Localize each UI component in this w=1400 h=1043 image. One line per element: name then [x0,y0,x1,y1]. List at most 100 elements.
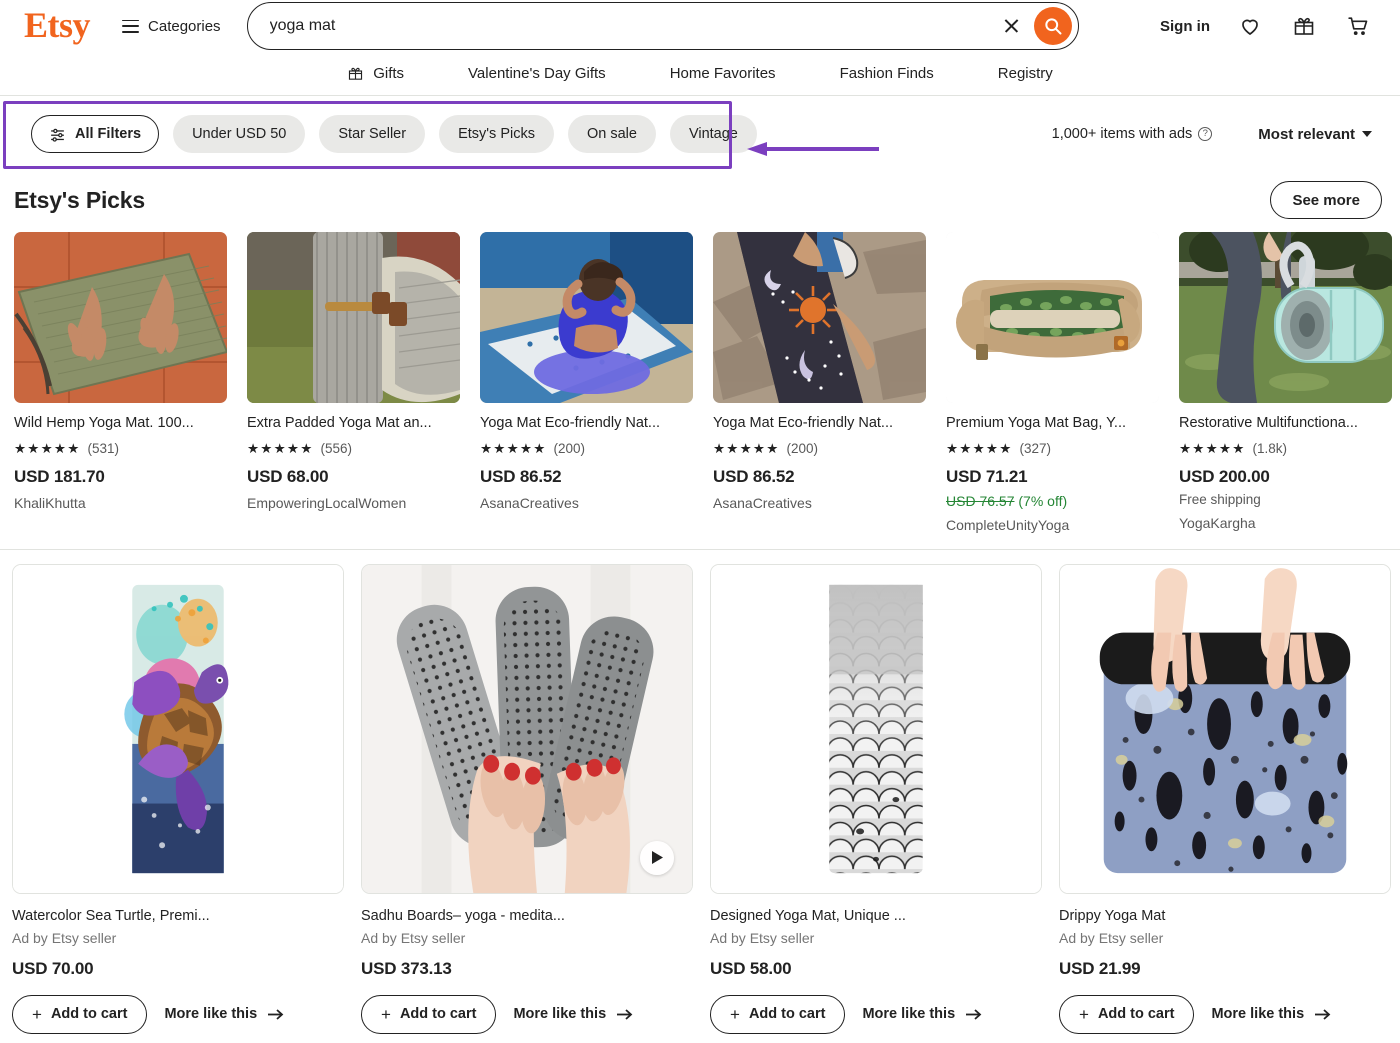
product-image[interactable] [1059,563,1391,894]
nav-item-registry[interactable]: Registry [966,65,1085,82]
filter-chip-etsys-picks[interactable]: Etsy's Picks [439,115,554,153]
filter-chip-on-sale[interactable]: On sale [567,115,656,153]
search-button[interactable] [1033,7,1072,45]
nav-item-fashion-finds[interactable]: Fashion Finds [808,65,966,82]
product-art [711,564,1041,893]
add-to-cart-button[interactable]: + Add to cart [710,994,846,1034]
add-to-cart-button[interactable]: + Add to cart [1059,994,1195,1034]
arrow-right-icon [617,1009,633,1020]
more-like-this-label: More like this [164,1006,258,1023]
product-title[interactable]: Yoga Mat Eco-friendly Nat... [713,414,926,433]
shop-name[interactable]: CompleteUnityYoga [946,517,1159,533]
product-title[interactable]: Premium Yoga Mat Bag, Y... [946,414,1159,433]
free-shipping-badge: Free shipping [1179,491,1261,507]
product-card: Sadhu Boards– yoga - medita... Ad by Ets… [361,563,693,1034]
pick-card[interactable]: Restorative Multifunctiona... ★★★★★ (1.8… [1179,232,1392,533]
card-actions: + Add to cart More like this [710,994,1042,1034]
product-price: USD 21.99 [1059,958,1141,978]
add-to-cart-button[interactable]: + Add to cart [361,994,497,1034]
heart-icon[interactable] [1236,12,1264,40]
ad-label: Ad by Etsy seller [1059,929,1164,946]
filter-chip-under-usd-50[interactable]: Under USD 50 [173,115,306,153]
product-price: USD 68.00 [247,466,329,486]
shop-name[interactable]: EmpoweringLocalWomen [247,495,460,511]
pick-card[interactable]: Wild Hemp Yoga Mat. 100... ★★★★★ (531) U… [14,232,227,533]
product-title[interactable]: Sadhu Boards– yoga - medita... [361,908,693,924]
nav-item-home-favorites[interactable]: Home Favorites [638,65,808,82]
product-title[interactable]: Wild Hemp Yoga Mat. 100... [14,414,227,433]
product-image[interactable] [12,563,344,894]
product-image[interactable] [1179,232,1392,403]
hamburger-icon [122,19,140,33]
pick-card[interactable]: Yoga Mat Eco-friendly Nat... ★★★★★ (200)… [713,232,926,533]
product-title[interactable]: Extra Padded Yoga Mat an... [247,414,460,433]
product-title[interactable]: Yoga Mat Eco-friendly Nat... [480,414,693,433]
product-image[interactable] [14,232,227,403]
nav-label: Registry [997,65,1053,82]
rating: ★★★★★ (327) [946,441,1159,456]
add-to-cart-label: Add to cart [748,1006,826,1023]
plus-icon: + [381,1004,391,1024]
filter-chip-star-seller[interactable]: Star Seller [319,115,426,153]
product-art [247,232,460,403]
info-icon[interactable]: ? [1198,127,1213,141]
see-more-button[interactable]: See more [1270,181,1382,219]
nav-item-gifts[interactable]: Gifts [315,65,436,82]
etsy-logo[interactable]: Etsy [24,7,91,46]
shop-name[interactable]: KhaliKhutta [14,495,227,511]
add-to-cart-label: Add to cart [1097,1006,1175,1023]
pick-card[interactable]: Yoga Mat Eco-friendly Nat... ★★★★★ (200)… [480,232,693,533]
all-filters-button[interactable]: All Filters [31,115,160,153]
product-art [362,564,692,893]
shop-name[interactable]: AsanaCreatives [713,495,926,511]
product-art [13,564,343,893]
pick-card[interactable]: Extra Padded Yoga Mat an... ★★★★★ (556) … [247,232,460,533]
product-card: Drippy Yoga Mat Ad by Etsy seller USD 21… [1059,563,1391,1034]
sign-in-link[interactable]: Sign in [1160,18,1210,35]
nav-item-valentines[interactable]: Valentine's Day Gifts [436,65,638,82]
nav-label: Gifts [373,65,405,82]
chevron-down-icon [1362,131,1372,137]
review-count: (556) [320,440,353,456]
review-count: (1.8k) [1252,440,1288,456]
rating: ★★★★★ (556) [247,441,460,456]
more-like-this-link[interactable]: More like this [1211,1006,1331,1022]
play-video-button[interactable] [640,840,674,875]
clear-search-icon[interactable] [995,9,1029,43]
product-image[interactable] [946,232,1159,403]
pick-card[interactable]: Premium Yoga Mat Bag, Y... ★★★★★ (327) U… [946,232,1159,533]
more-like-this-label: More like this [1211,1006,1305,1023]
sort-dropdown[interactable]: Most relevant [1258,126,1372,143]
product-image[interactable] [480,232,693,403]
cart-icon[interactable] [1344,12,1372,40]
gift-icon[interactable] [1290,12,1318,40]
product-title[interactable]: Designed Yoga Mat, Unique ... [710,908,1042,924]
product-price: USD 71.21 [946,466,1028,486]
picks-header: Etsy's Picks See more [14,172,1390,228]
product-image[interactable] [713,232,926,403]
product-image[interactable] [247,232,460,403]
product-title[interactable]: Restorative Multifunctiona... [1179,414,1392,433]
shop-name[interactable]: AsanaCreatives [480,495,693,511]
filter-chips: All Filters Under USD 50 Star Seller Ets… [22,115,757,153]
product-price: USD 70.00 [12,958,94,978]
product-image[interactable] [361,563,693,894]
filter-chip-vintage[interactable]: Vintage [669,115,757,153]
product-title[interactable]: Watercolor Sea Turtle, Premi... [12,908,344,924]
header-actions: Sign in [1160,12,1378,40]
add-to-cart-button[interactable]: + Add to cart [12,994,148,1034]
more-like-this-link[interactable]: More like this [164,1006,284,1022]
product-image[interactable] [710,563,1042,894]
more-like-this-link[interactable]: More like this [513,1006,633,1022]
filter-bar: All Filters Under USD 50 Star Seller Ets… [0,96,1400,172]
gift-icon [349,67,363,80]
more-like-this-link[interactable]: More like this [862,1006,982,1022]
product-title[interactable]: Drippy Yoga Mat [1059,908,1391,924]
rating: ★★★★★ (1.8k) [1179,441,1392,456]
product-art [1179,232,1392,403]
categories-button[interactable]: Categories [122,18,221,35]
product-price: USD 200.00 [1179,466,1270,486]
secondary-nav: Gifts Valentine's Day Gifts Home Favorit… [0,52,1400,96]
shop-name[interactable]: YogaKargha [1179,515,1392,531]
search-input[interactable] [269,17,995,35]
